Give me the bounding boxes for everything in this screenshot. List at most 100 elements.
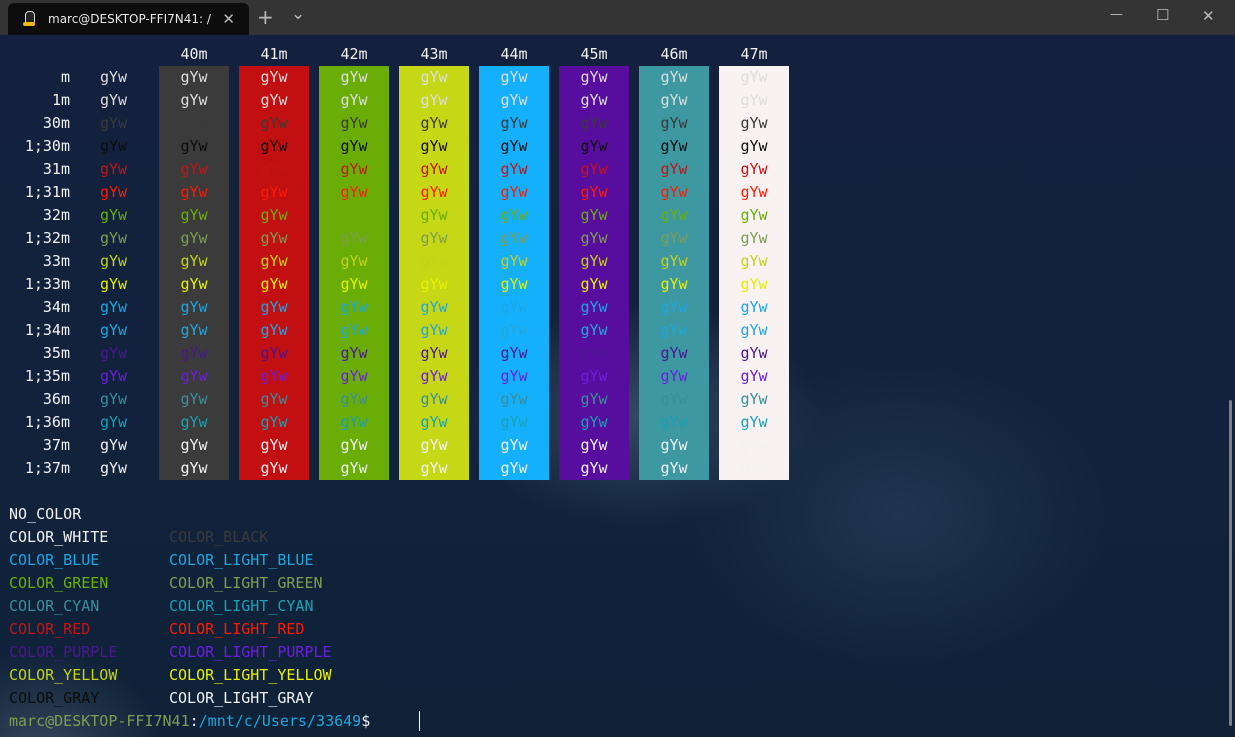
- sample-cell: gYw: [500, 459, 528, 477]
- sample-cell: gYw: [180, 459, 208, 477]
- sample-cell: gYw: [740, 160, 768, 178]
- sample-cell: gYw: [740, 298, 768, 316]
- color-name: COLOR_LIGHT_GRAY: [169, 689, 314, 707]
- sample-cell: gYw: [180, 321, 208, 339]
- sample-cell: gYw: [340, 160, 368, 178]
- sample-cell: gYw: [340, 206, 368, 224]
- color-name: COLOR_WHITE: [9, 528, 109, 546]
- sample-cell: gYw: [180, 91, 208, 109]
- row-label: 1;36m: [24, 413, 70, 431]
- sample-cell: gYw: [260, 436, 288, 454]
- sample-cell: gYw: [180, 229, 208, 247]
- sample-cell: gYw: [660, 91, 688, 109]
- sample-cell: gYw: [580, 91, 608, 109]
- text-cursor: [419, 711, 420, 731]
- sample-cell: gYw: [500, 229, 528, 247]
- sample-cell: gYw: [340, 114, 368, 132]
- sample-cell: gYw: [500, 367, 528, 385]
- sample-cell: gYw: [660, 183, 688, 201]
- sample-cell: gYw: [420, 275, 448, 293]
- sample-cell: gYw: [340, 252, 368, 270]
- terminal-output[interactable]: 40m 41m 42m 43m 44m 45m 46m 47m m gYw gYw gYw gYw gYw…: [0, 35, 1235, 737]
- sample-cell: gYw: [180, 413, 208, 431]
- sample-cell: gYw: [740, 459, 768, 477]
- sample-cell: gYw: [340, 91, 368, 109]
- color-name: COLOR_LIGHT_YELLOW: [169, 666, 332, 684]
- sample-cell: gYw: [660, 436, 688, 454]
- row-label: m: [60, 68, 70, 86]
- sample-cell: gYw: [740, 344, 768, 362]
- sample-cell: gYw: [420, 390, 448, 408]
- sample-cell: gYw: [660, 206, 688, 224]
- sample-cell: gYw: [100, 183, 128, 201]
- sample-cell: gYw: [740, 114, 768, 132]
- color-name: COLOR_GREEN: [9, 574, 109, 592]
- sample-cell: gYw: [180, 68, 208, 86]
- sample-cell: gYw: [100, 413, 128, 431]
- sample-cell: gYw: [580, 68, 608, 86]
- sample-cell: gYw: [580, 390, 608, 408]
- sample-cell: gYw: [100, 321, 128, 339]
- maximize-button[interactable]: ☐: [1156, 6, 1169, 24]
- sample-cell: gYw: [580, 114, 608, 132]
- sample-cell: gYw: [180, 206, 208, 224]
- sample-cell: gYw: [100, 459, 128, 477]
- sample-cell: gYw: [660, 367, 688, 385]
- sample-cell: gYw: [340, 137, 368, 155]
- sample-cell: gYw: [260, 321, 288, 339]
- sample-cell: gYw: [660, 298, 688, 316]
- sample-cell: gYw: [260, 183, 288, 201]
- sample-cell: gYw: [420, 436, 448, 454]
- sample-cell: gYw: [740, 321, 768, 339]
- tab-dropdown-icon[interactable]: ⌄: [291, 4, 305, 24]
- sample-cell: gYw: [580, 183, 608, 201]
- sample-cell: gYw: [580, 160, 608, 178]
- close-button[interactable]: ✕: [1202, 7, 1215, 25]
- sample-cell: gYw: [420, 344, 448, 362]
- sample-cell: gYw: [580, 321, 608, 339]
- sample-cell: gYw: [100, 367, 128, 385]
- scrollbar[interactable]: [1229, 400, 1232, 726]
- sample-cell: gYw: [500, 91, 528, 109]
- row-label: 33m: [42, 252, 70, 270]
- sample-cell: gYw: [580, 367, 608, 385]
- new-tab-button[interactable]: +: [257, 5, 274, 29]
- sample-cell: gYw: [660, 390, 688, 408]
- column-header: 42m: [340, 45, 368, 63]
- sample-cell: gYw: [580, 436, 608, 454]
- column-header: 46m: [660, 45, 688, 63]
- prompt-path: /mnt/c/Users/33649: [198, 712, 362, 730]
- tab-close-icon[interactable]: ✕: [222, 10, 235, 28]
- sample-cell: gYw: [740, 68, 768, 86]
- column-header: 45m: [580, 45, 608, 63]
- sample-cell: gYw: [100, 436, 128, 454]
- sample-cell: gYw: [420, 367, 448, 385]
- sample-cell: gYw: [420, 68, 448, 86]
- sample-cell: gYw: [340, 413, 368, 431]
- linux-penguin-icon: [22, 11, 36, 27]
- sample-cell: gYw: [420, 160, 448, 178]
- sample-cell: gYw: [260, 252, 288, 270]
- sample-cell: gYw: [100, 390, 128, 408]
- sample-cell: gYw: [500, 298, 528, 316]
- sample-cell: gYw: [660, 344, 688, 362]
- row-label: 1m: [51, 91, 70, 109]
- sample-cell: gYw: [340, 367, 368, 385]
- sample-cell: gYw: [500, 160, 528, 178]
- sample-cell: gYw: [340, 68, 368, 86]
- sample-cell: gYw: [180, 183, 208, 201]
- sample-cell: gYw: [420, 321, 448, 339]
- minimize-button[interactable]: —: [1110, 7, 1123, 22]
- row-label: 32m: [42, 206, 70, 224]
- row-label: 1;37m: [24, 459, 70, 477]
- sample-cell: gYw: [500, 413, 528, 431]
- sample-cell: gYw: [100, 114, 128, 132]
- sample-cell: gYw: [340, 459, 368, 477]
- sample-cell: gYw: [180, 275, 208, 293]
- sample-cell: gYw: [740, 413, 768, 431]
- terminal-tab[interactable]: marc@DESKTOP-FFI7N41: /mnt/c/Users/33649…: [8, 3, 249, 35]
- sample-cell: gYw: [420, 114, 448, 132]
- color-name: COLOR_LIGHT_CYAN: [169, 597, 314, 615]
- sample-cell: gYw: [660, 413, 688, 431]
- sample-cell: gYw: [500, 183, 528, 201]
